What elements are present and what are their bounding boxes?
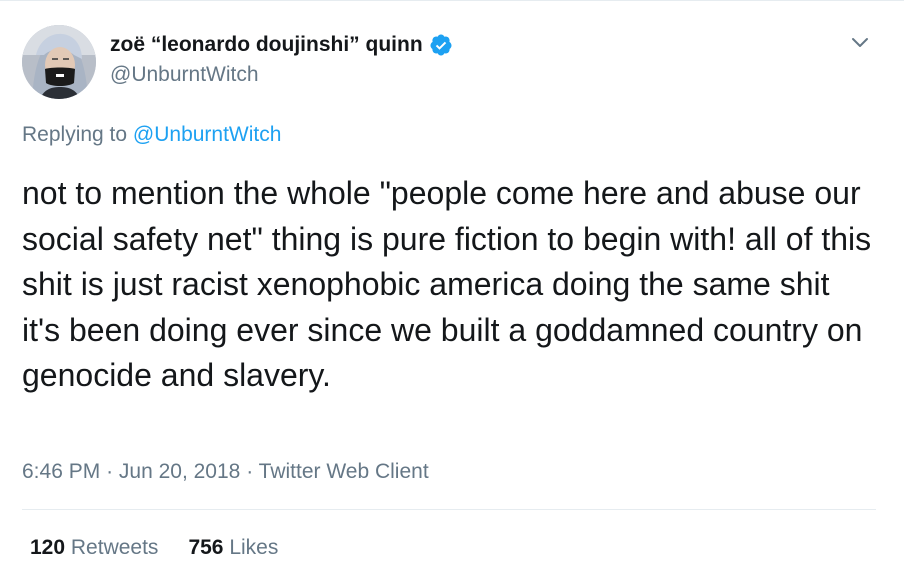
tweet-meta: 6:46 PM · Jun 20, 2018 · Twitter Web Cli…	[22, 460, 429, 484]
retweets-label: Retweets	[70, 536, 159, 559]
author-name-row: zoë “leonardo doujinshi” quinn	[110, 33, 453, 57]
divider	[22, 509, 876, 510]
retweets-stat[interactable]: 120 Retweets	[30, 536, 158, 560]
display-name[interactable]: zoë “leonardo doujinshi” quinn	[110, 33, 423, 57]
tweet-date[interactable]: Jun 20, 2018	[119, 460, 240, 483]
author-handle[interactable]: @UnburntWitch	[110, 63, 259, 87]
meta-separator: ·	[246, 460, 254, 483]
tweet-text: not to mention the whole "people come he…	[22, 175, 872, 393]
more-options-chevron-down-icon[interactable]	[850, 33, 870, 53]
tweet-card: zoë “leonardo doujinshi” quinn @UnburntW…	[0, 0, 904, 578]
retweets-count: 120	[30, 536, 66, 559]
tweet-client[interactable]: Twitter Web Client	[259, 460, 429, 483]
avatar[interactable]	[22, 25, 96, 99]
likes-stat[interactable]: 756 Likes	[188, 536, 278, 560]
replying-prefix: Replying to	[22, 123, 128, 146]
replying-to: Replying to @UnburntWitch	[22, 123, 281, 147]
profile-photo-icon	[22, 25, 96, 99]
likes-label: Likes	[229, 536, 279, 559]
likes-count: 756	[188, 536, 224, 559]
reply-mention-link[interactable]: @UnburntWitch	[133, 123, 282, 146]
tweet-time[interactable]: 6:46 PM	[22, 460, 100, 483]
verified-badge-icon	[429, 33, 453, 57]
meta-separator: ·	[106, 460, 114, 483]
tweet-stats: 120 Retweets 756 Likes	[30, 536, 278, 560]
